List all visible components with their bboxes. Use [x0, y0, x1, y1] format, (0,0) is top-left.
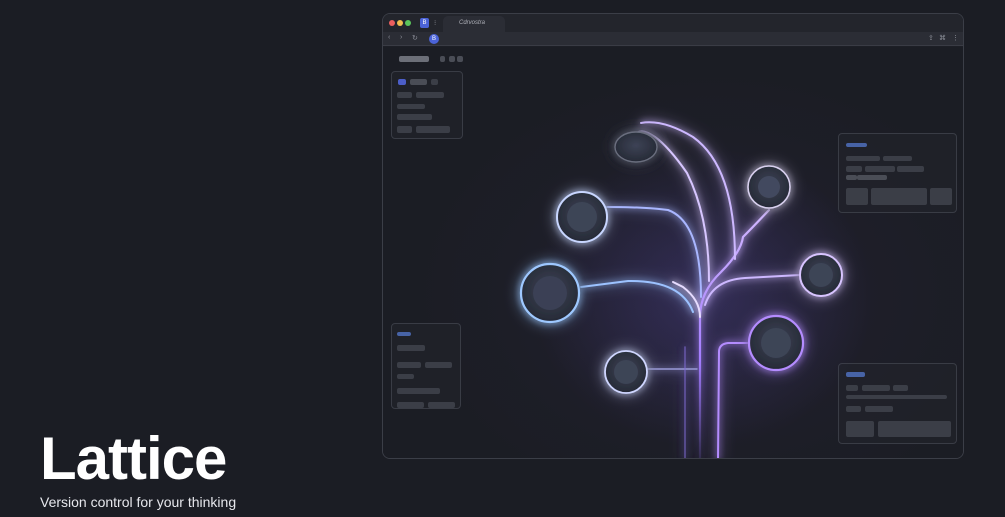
address-bar[interactable] [443, 34, 923, 44]
brand-block: Lattice Version control for your thinkin… [40, 425, 237, 511]
app-canvas [383, 47, 963, 458]
commit-node[interactable] [747, 314, 805, 372]
commit-node[interactable] [799, 253, 843, 297]
tab-app-icon: B [420, 18, 429, 28]
reload-icon[interactable]: ↻ [412, 34, 418, 42]
site-favicon: B [429, 34, 439, 44]
maximize-window-button[interactable] [405, 20, 411, 26]
share-icon[interactable]: ⇪ [928, 34, 934, 42]
commit-node[interactable] [614, 131, 658, 163]
commit-node[interactable] [556, 191, 608, 243]
tab-label: Cdrvostra [459, 20, 486, 26]
tab-overview-icon[interactable]: ⁝ [434, 19, 436, 27]
commit-node[interactable] [604, 350, 648, 394]
forward-icon[interactable]: › [400, 34, 402, 41]
browser-titlebar: B ⁝ Cdrvostra [383, 14, 963, 32]
menu-icon[interactable]: ⋮ [952, 34, 959, 42]
minimize-window-button[interactable] [397, 20, 403, 26]
close-window-button[interactable] [389, 20, 395, 26]
commit-node[interactable] [519, 262, 581, 324]
back-icon[interactable]: ‹ [388, 34, 390, 41]
browser-toolbar: ‹ › ↻ B ⇪ ⌘ ⋮ [383, 32, 963, 46]
version-tree-graph [519, 121, 873, 458]
commit-node[interactable] [747, 165, 791, 209]
extensions-icon[interactable]: ⌘ [939, 34, 946, 42]
app-title: Lattice [40, 425, 227, 492]
browser-window: B ⁝ Cdrvostra ‹ › ↻ B ⇪ ⌘ ⋮ [382, 13, 964, 459]
app-tagline: Version control for your thinking [40, 494, 237, 510]
browser-tab-active[interactable]: Cdrvostra [443, 16, 505, 32]
